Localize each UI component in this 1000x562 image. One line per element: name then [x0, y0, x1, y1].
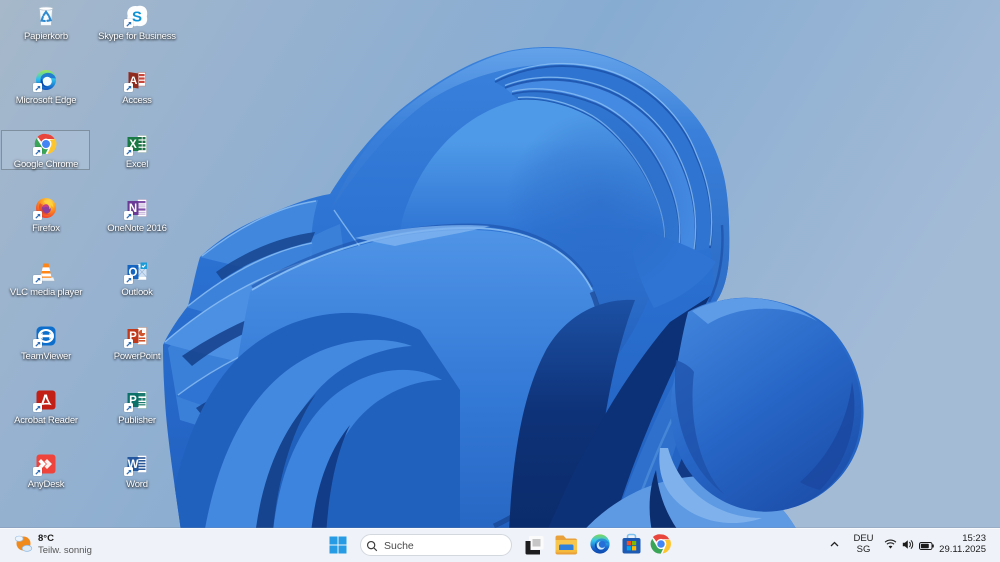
svg-text:S: S [132, 8, 142, 25]
